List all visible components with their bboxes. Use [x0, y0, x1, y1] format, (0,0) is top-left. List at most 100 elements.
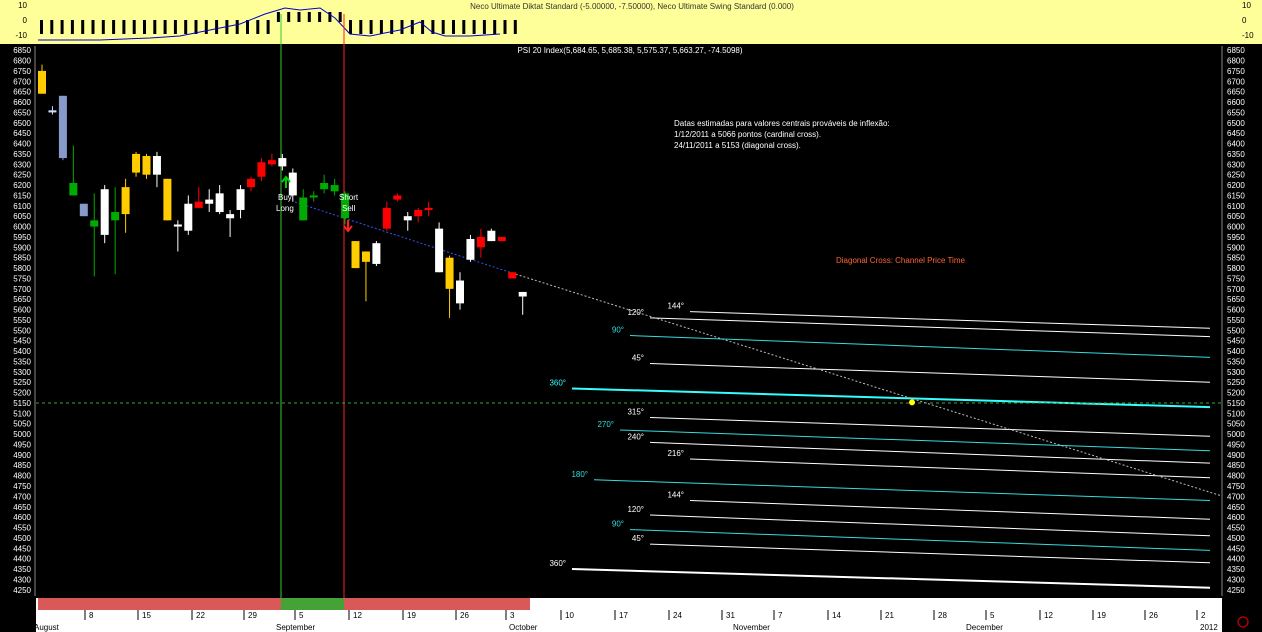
candle-body — [476, 236, 485, 248]
y-tick-label: 6800 — [13, 57, 31, 66]
candle-body — [456, 280, 464, 304]
candle-body — [163, 178, 172, 221]
candle-body — [320, 182, 329, 190]
y-tick-label: 6100 — [13, 202, 31, 211]
y-tick-label: 6500 — [13, 119, 31, 128]
diagonal-label: Diagonal Cross: Channel Price Time — [836, 256, 965, 265]
close-icon[interactable] — [1237, 616, 1249, 628]
indicator-bar — [307, 12, 311, 22]
y-tick-label: 5450 — [1227, 337, 1245, 346]
y-tick-label: 6650 — [1227, 88, 1245, 97]
y-tick-label: 5050 — [1227, 420, 1245, 429]
y-tick-label: 5400 — [1227, 347, 1245, 356]
angle-label: 216° — [667, 449, 684, 458]
y-tick-label: 5300 — [1227, 368, 1245, 377]
candle — [79, 203, 88, 217]
y-tick-label: 6200 — [1227, 181, 1245, 190]
y-tick-label: 5450 — [13, 337, 31, 346]
x-month-label: November — [733, 623, 770, 632]
x-day-label: 8 — [89, 611, 94, 620]
indicator-bar — [173, 20, 177, 34]
candle-body — [351, 241, 360, 269]
x-day-label: 3 — [510, 611, 515, 620]
y-tick-label: 5550 — [13, 316, 31, 325]
y-tick-label: 6700 — [1227, 77, 1245, 86]
angle-label: 90° — [612, 520, 624, 529]
indicator-bar — [338, 12, 342, 22]
y-tick-label: 5200 — [1227, 389, 1245, 398]
indicator-tick-top-left: 10 — [18, 1, 27, 10]
y-tick-label: 6050 — [13, 212, 31, 221]
y-tick-label: 4500 — [13, 534, 31, 543]
candle-body — [205, 199, 214, 204]
indicator-bar — [101, 20, 105, 34]
y-tick-label: 6550 — [1227, 108, 1245, 117]
y-tick-label: 6000 — [13, 223, 31, 232]
y-tick-label: 5600 — [13, 306, 31, 315]
y-tick-label: 5550 — [1227, 316, 1245, 325]
x-month-label: October — [509, 623, 538, 632]
candle-body — [100, 189, 109, 235]
y-tick-label: 4500 — [1227, 534, 1245, 543]
y-tick-label: 5800 — [13, 264, 31, 273]
y-tick-label: 5850 — [1227, 254, 1245, 263]
indicator-bar — [287, 12, 291, 22]
x-month-label: August — [34, 623, 60, 632]
candle-body — [236, 189, 245, 210]
candle-body — [121, 187, 130, 215]
y-tick-label: 5650 — [13, 295, 31, 304]
candle-body — [414, 209, 423, 217]
candle — [372, 241, 381, 266]
indicator-tick-bottom-left: -10 — [15, 31, 27, 40]
y-tick-label: 4900 — [13, 451, 31, 460]
indicator-bar — [246, 20, 249, 34]
candle-body — [508, 272, 517, 279]
x-day-label: 22 — [196, 611, 205, 620]
indicator-bar — [204, 20, 208, 34]
indicator-bar — [50, 20, 54, 34]
indicator-bar — [462, 20, 466, 34]
indicator-tick-mid-right: 0 — [1242, 16, 1247, 25]
angle-label: 45° — [632, 354, 644, 363]
y-tick-label: 4400 — [1227, 555, 1245, 564]
candle — [508, 272, 517, 279]
candle — [163, 178, 172, 221]
y-tick-label: 4400 — [13, 555, 31, 564]
y-tick-label: 5150 — [13, 399, 31, 408]
y-tick-label: 5650 — [1227, 295, 1245, 304]
candle-body — [90, 220, 99, 227]
candle — [497, 236, 506, 242]
x-day-label: 2 — [1201, 611, 1206, 620]
x-day-label: 24 — [673, 611, 682, 620]
candle-body — [111, 212, 120, 221]
y-tick-label: 6150 — [13, 191, 31, 200]
y-tick-label: 4550 — [1227, 524, 1245, 533]
candle — [58, 95, 67, 161]
y-tick-label: 6350 — [1227, 150, 1245, 159]
y-tick-label: 4750 — [13, 482, 31, 491]
buy-label-line2: Long — [276, 204, 294, 213]
indicator-bar — [513, 20, 517, 34]
x-month-label: September — [276, 623, 315, 632]
indicator-bar — [81, 20, 85, 34]
candle-body — [278, 158, 287, 167]
y-tick-label: 6800 — [1227, 57, 1245, 66]
y-tick-label: 6450 — [1227, 129, 1245, 138]
y-tick-label: 5750 — [1227, 274, 1245, 283]
y-tick-label: 6250 — [1227, 171, 1245, 180]
y-tick-label: 5100 — [1227, 409, 1245, 418]
candle — [100, 185, 109, 244]
indicator-bar — [153, 20, 157, 34]
y-tick-label: 5150 — [1227, 399, 1245, 408]
x-day-label: 15 — [142, 611, 151, 620]
candle-body — [257, 162, 266, 177]
candle-body — [38, 70, 46, 94]
y-tick-label: 4300 — [1227, 575, 1245, 584]
y-tick-label: 4650 — [1227, 503, 1245, 512]
y-tick-label: 6600 — [1227, 98, 1245, 107]
x-day-label: 19 — [407, 611, 416, 620]
indicator-bar — [256, 20, 260, 34]
y-tick-label: 6250 — [13, 171, 31, 180]
indicator-bar — [452, 20, 455, 34]
note-line-1: Datas estimadas para valores centrais pr… — [674, 119, 890, 128]
